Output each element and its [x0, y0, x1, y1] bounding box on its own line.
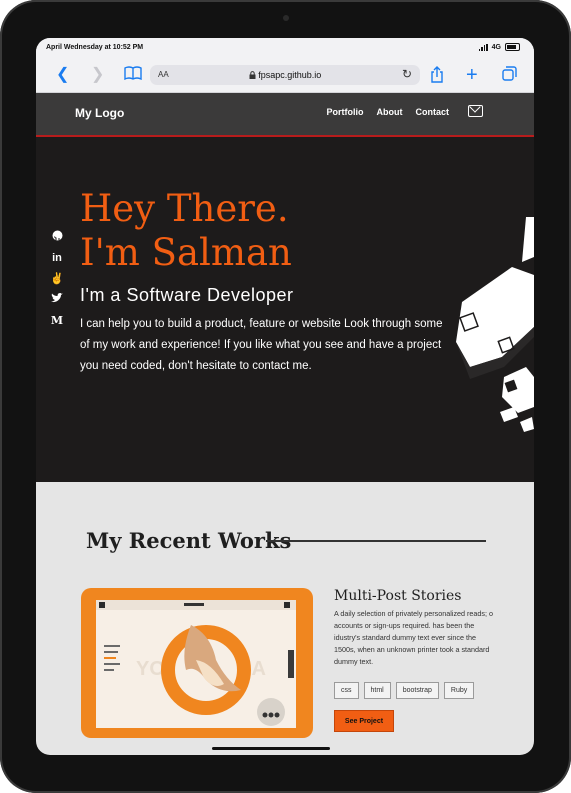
tag-html: html — [363, 682, 391, 699]
tag-ruby: Ruby — [443, 682, 475, 699]
address-bar[interactable]: AA fpsapc.github.io ↻ — [150, 65, 420, 85]
plus-icon[interactable]: + — [466, 65, 478, 85]
project-description: A daily selection of privately personali… — [334, 609, 494, 666]
greeting-line-1: Hey There. — [80, 187, 289, 230]
status-indicators: 4G — [478, 43, 520, 51]
mail-icon[interactable] — [468, 105, 483, 117]
book-icon[interactable] — [124, 66, 142, 85]
medium-icon[interactable]: M — [50, 314, 64, 327]
chevron-left-icon[interactable]: ❮ — [56, 66, 69, 84]
site-logo[interactable]: My Logo — [75, 106, 124, 120]
hero-section: in ✌ M Hey There. I'm Salman I'm a Softw… — [36, 137, 534, 482]
signal-icon — [478, 43, 488, 51]
greeting-line-2: I'm Salman — [80, 231, 292, 274]
nav-link-portfolio[interactable]: Portfolio — [327, 107, 364, 117]
github-icon[interactable] — [50, 230, 64, 244]
project-title: Multi-Post Stories — [334, 588, 462, 604]
linkedin-icon[interactable]: in — [50, 252, 64, 264]
chevron-right-icon[interactable]: ❯ — [91, 66, 104, 84]
site-navbar: My Logo Portfolio About Contact — [36, 93, 534, 137]
tabs-icon[interactable] — [502, 66, 517, 86]
nav-links: Portfolio About Contact — [327, 107, 485, 117]
battery-icon — [505, 43, 520, 51]
svg-text:YO: YO — [136, 658, 165, 680]
front-camera — [283, 15, 289, 21]
twitter-icon[interactable] — [50, 293, 64, 306]
project-tags: css html bootstrap Ruby — [334, 682, 475, 699]
angellist-icon[interactable]: ✌ — [50, 272, 64, 285]
hero-role: I'm a Software Developer — [80, 285, 294, 305]
project-preview-art: YO GA — [96, 600, 296, 726]
nav-link-about[interactable]: About — [377, 107, 403, 117]
social-links: in ✌ M — [50, 230, 64, 327]
reload-icon[interactable]: ↻ — [402, 67, 412, 81]
hero-greeting: Hey There. I'm Salman — [80, 187, 292, 275]
browser-toolbar: ❮ ❯ AA fpsapc.github.io ↻ + — [36, 58, 534, 93]
decorative-shapes — [456, 217, 534, 432]
section-divider — [266, 540, 486, 542]
hero-bio: I can help you to build a product, featu… — [80, 318, 443, 372]
tag-bootstrap: bootstrap — [395, 682, 439, 699]
screen: April Wednesday at 10:52 PM 4G ❮ ❯ AA fp… — [36, 38, 534, 755]
tag-css: css — [334, 682, 359, 699]
section-title: My Recent Works — [86, 528, 292, 553]
nav-link-contact[interactable]: Contact — [416, 107, 450, 117]
url-text: fpsapc.github.io — [258, 70, 322, 80]
status-bar: April Wednesday at 10:52 PM 4G — [36, 38, 534, 58]
lock-icon — [249, 71, 256, 79]
see-project-button[interactable]: See Project — [334, 710, 394, 732]
project-screenshot: YO GA — [96, 600, 296, 728]
share-icon[interactable] — [430, 66, 444, 88]
url-display[interactable]: fpsapc.github.io — [150, 70, 420, 80]
status-time: April Wednesday at 10:52 PM — [46, 44, 144, 51]
home-indicator[interactable] — [212, 747, 330, 750]
ipad-frame: April Wednesday at 10:52 PM 4G ❮ ❯ AA fp… — [0, 0, 571, 793]
project-image[interactable]: YO GA — [81, 588, 313, 738]
network-label: 4G — [491, 43, 501, 51]
